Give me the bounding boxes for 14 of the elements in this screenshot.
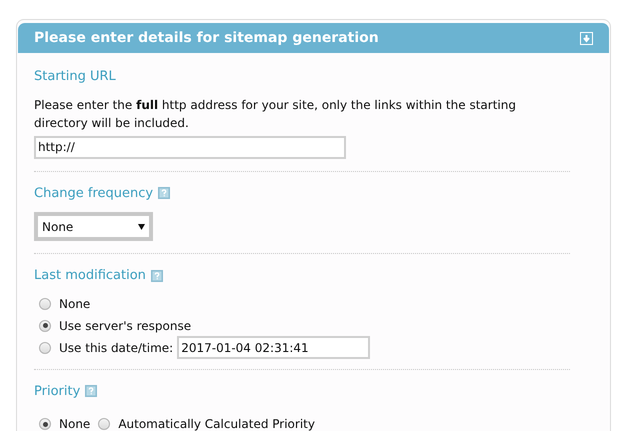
url-field[interactable]: http:// [34,136,346,158]
radio-label: Use this date/time: [59,340,174,356]
description-text: Please enter the full http address for your site, only the links within the starting directory will be included. [34,96,517,132]
section-heading: Last modification [34,267,146,285]
panel-title: Please enter details for sitemap generation [34,28,379,48]
radio-label: Use server's response [59,318,192,334]
radio-label: None [59,416,90,431]
date-time-field[interactable]: 2017-01-04 02:31:41 [177,336,370,359]
section-heading: Change frequency [34,184,154,202]
section-heading: Starting URL [34,68,116,86]
section-heading: Priority [34,382,80,400]
radio-label: Automatically Calculated Priority [118,416,315,431]
radio-label: None [59,296,90,312]
frequency-dropdown[interactable]: None [34,212,153,241]
